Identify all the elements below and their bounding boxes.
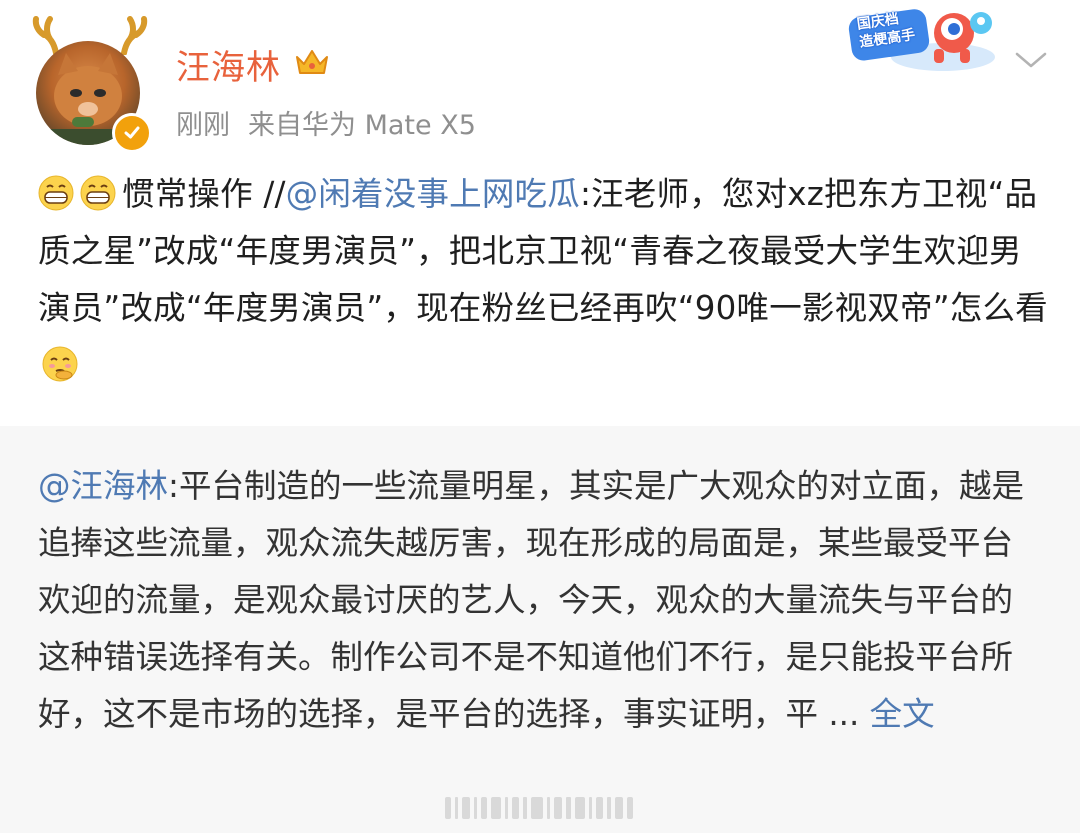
retweet-body: :平台制造的一些流量明星，其实是广大观众的对立面，越是追捧这些流量，观众流失越厉… bbox=[38, 467, 1024, 733]
thinking-emoji-icon bbox=[42, 346, 78, 382]
post-header: 汪海林 刚刚 来自华为 Mate X5 国庆档 造梗高手 bbox=[0, 0, 1080, 160]
grin-emoji-icon bbox=[80, 175, 116, 211]
grin-emoji-icon bbox=[38, 175, 74, 211]
full-text-link[interactable]: 全文 bbox=[870, 695, 935, 733]
crown-icon bbox=[296, 50, 328, 74]
post-time: 刚刚 bbox=[176, 110, 230, 141]
retweet-content: @汪海林:平台制造的一些流量明星，其实是广大观众的对立面，越是追捧这些流量，观众… bbox=[38, 458, 1038, 743]
retweet-mention-link[interactable]: @汪海林 bbox=[38, 467, 168, 505]
event-badge[interactable]: 国庆档 造梗高手 bbox=[848, 5, 998, 75]
post-source: 来自华为 Mate X5 bbox=[248, 110, 476, 141]
post-content: 惯常操作 //@闲着没事上网吃瓜:汪老师，您对xz把东方卫视“品质之星”改成“年… bbox=[38, 166, 1048, 394]
content-prefix: 惯常操作 // bbox=[122, 175, 286, 213]
retweet-card[interactable]: @汪海林:平台制造的一些流量明星，其实是广大观众的对立面，越是追捧这些流量，观众… bbox=[0, 426, 1080, 833]
post-meta: 刚刚 来自华为 Mate X5 bbox=[176, 103, 476, 142]
verified-badge-icon bbox=[112, 113, 152, 153]
barcode-watermark-icon bbox=[445, 797, 633, 819]
avatar-container[interactable] bbox=[30, 15, 152, 153]
username[interactable]: 汪海林 bbox=[176, 40, 281, 89]
mention-link[interactable]: @闲着没事上网吃瓜 bbox=[286, 175, 580, 213]
chevron-down-icon[interactable] bbox=[1014, 50, 1048, 70]
